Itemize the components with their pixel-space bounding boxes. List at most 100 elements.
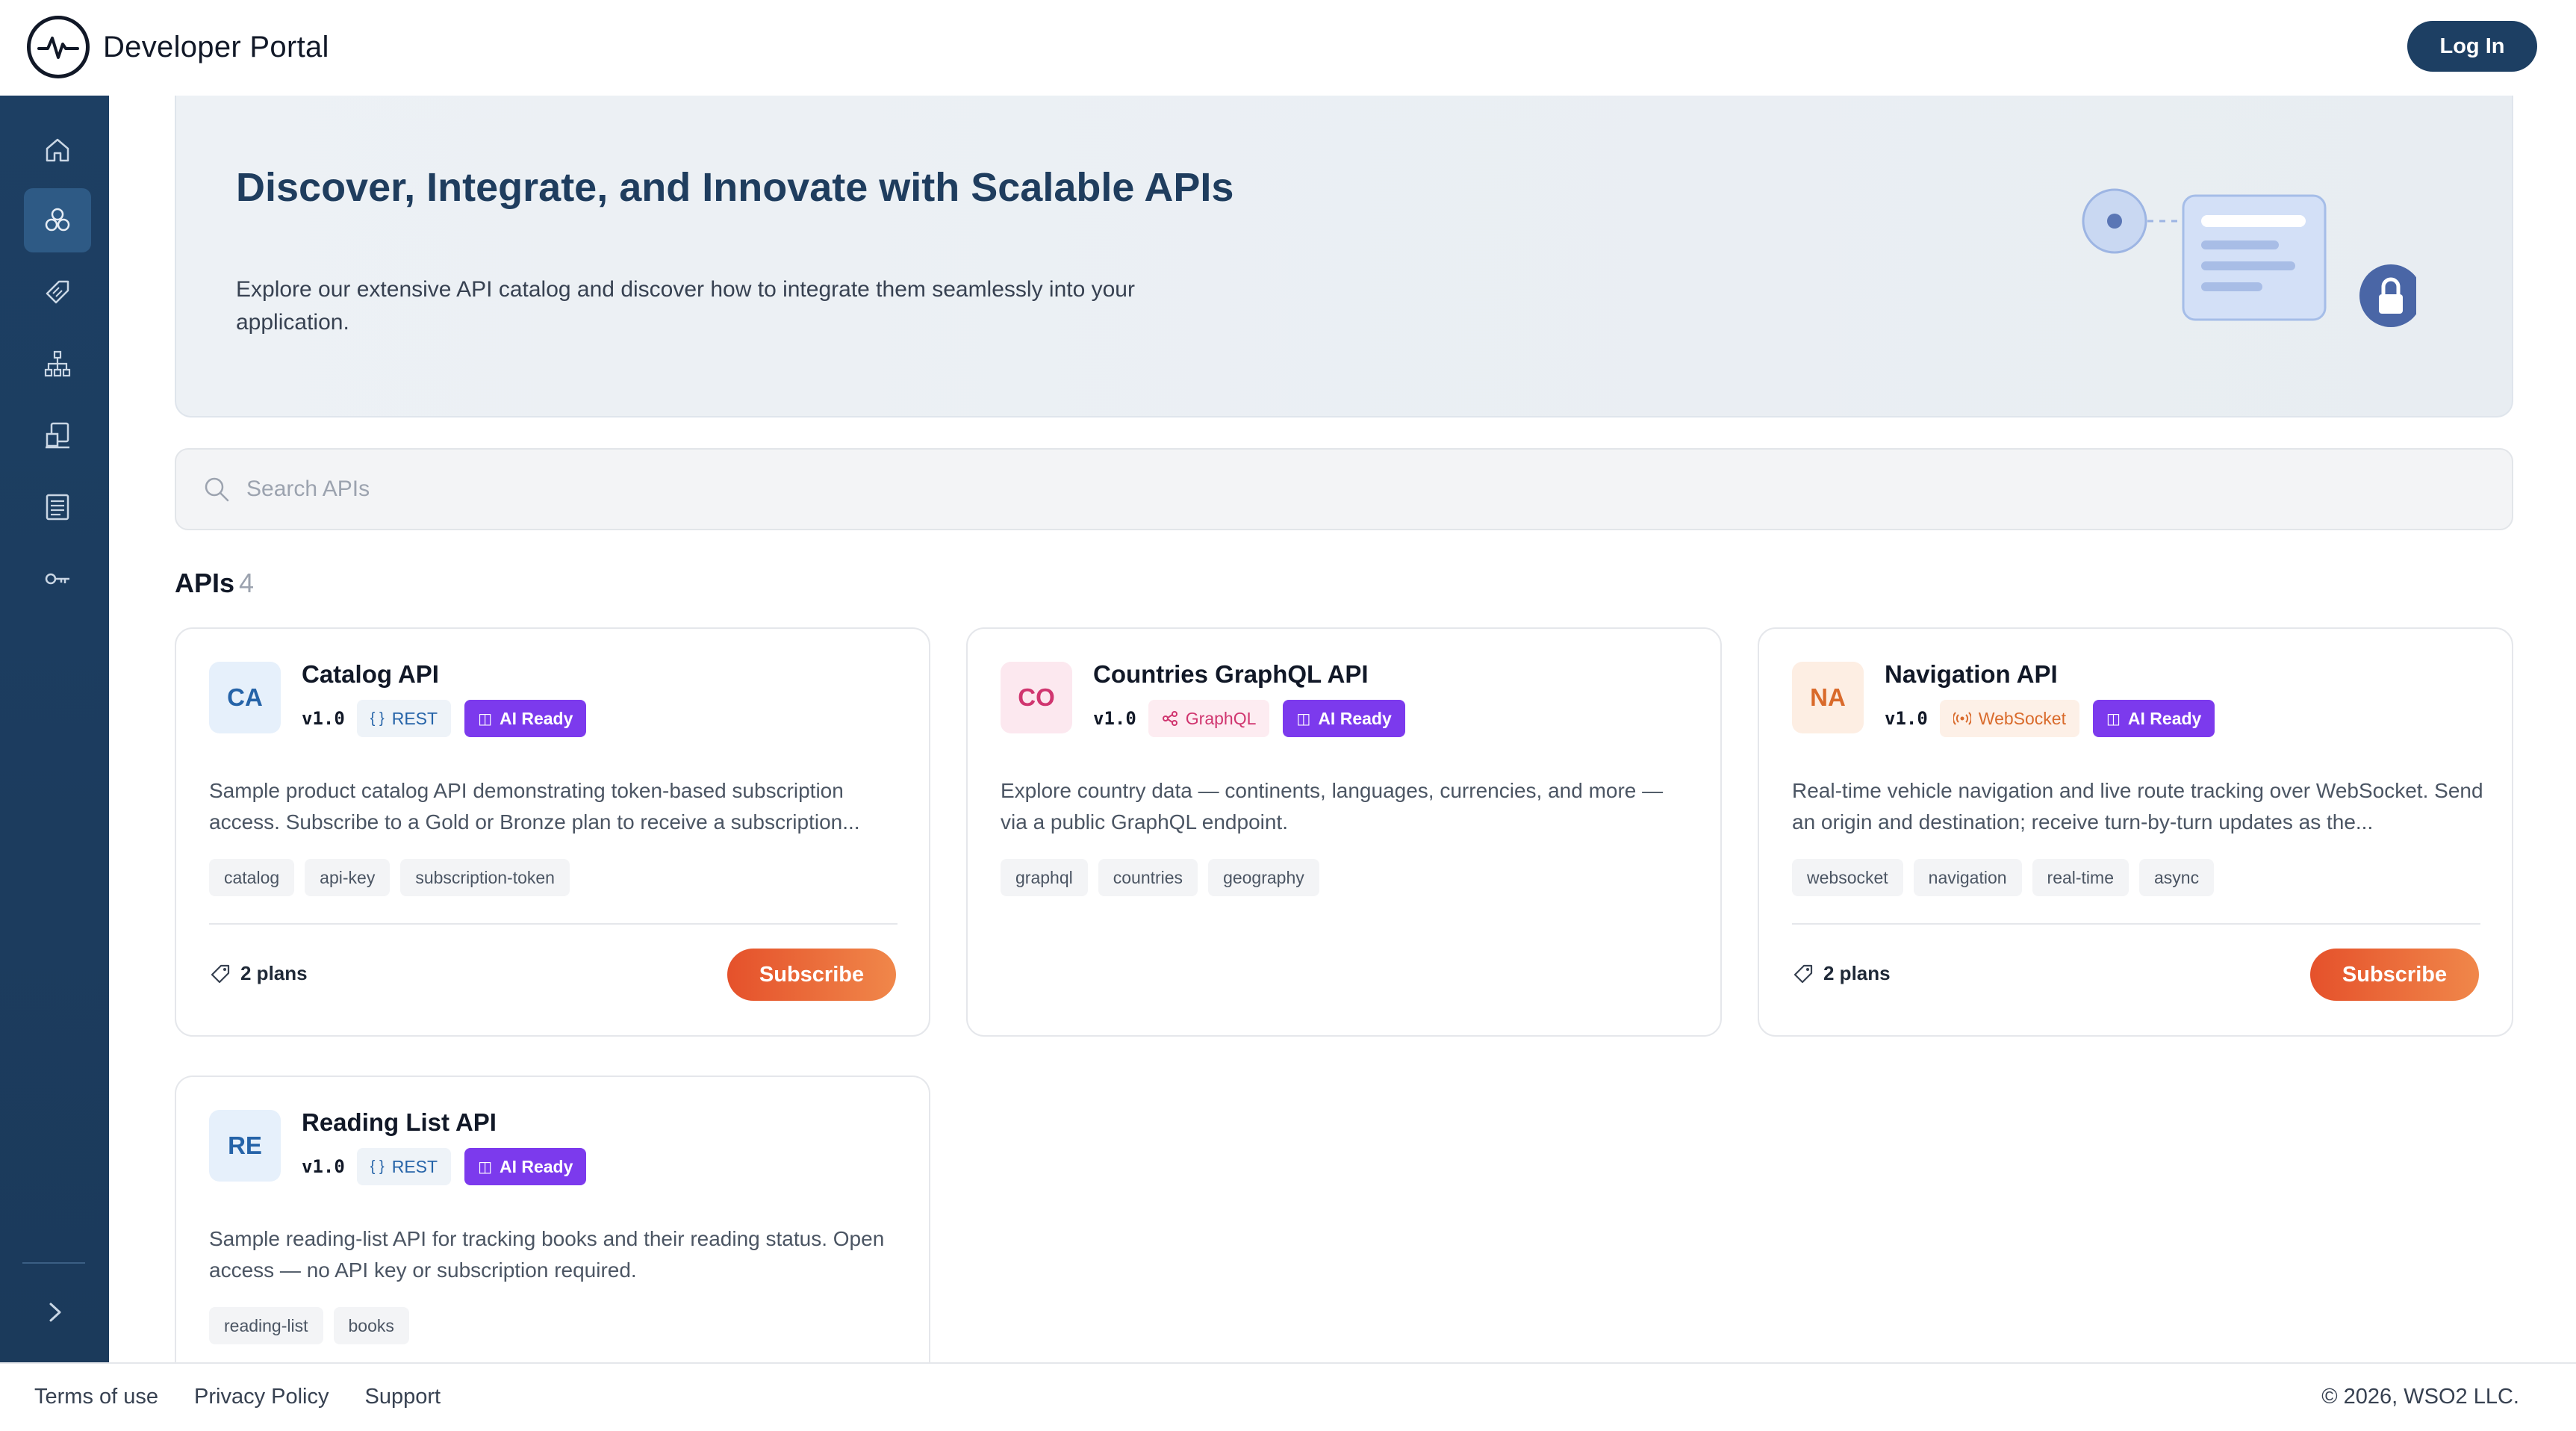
api-version: v1.0 xyxy=(302,708,345,729)
api-meta: v1.0 { } REST ◫ AI Ready xyxy=(302,699,600,738)
api-card-countries-graphql[interactable]: CO Countries GraphQL API v1.0 GraphQL ◫ A… xyxy=(966,627,1722,1037)
api-card-catalog[interactable]: CA Catalog API v1.0 { } REST ◫ AI Ready Sa… xyxy=(175,627,930,1037)
hero-banner: Discover, Integrate, and Innovate with S… xyxy=(175,96,2513,417)
footer-link-support[interactable]: Support xyxy=(365,1385,441,1409)
tag-list: graphql countries geography xyxy=(1001,859,1330,896)
type-badge: { } REST xyxy=(356,700,452,737)
tag-chip[interactable]: graphql xyxy=(1001,859,1088,896)
api-meta: v1.0 WebSocket ◫ AI Ready xyxy=(1885,699,2228,738)
tag-icon xyxy=(46,280,69,304)
type-label: WebSocket xyxy=(1978,708,2066,728)
api-avatar: CO xyxy=(1001,662,1072,733)
subscribe-button[interactable]: Subscribe xyxy=(727,949,896,1001)
tag-chip[interactable]: countries xyxy=(1098,859,1198,896)
sidebar-item-applications[interactable] xyxy=(24,403,91,468)
api-meta: v1.0 GraphQL ◫ AI Ready xyxy=(1093,699,1419,738)
login-button[interactable]: Log In xyxy=(2407,21,2537,72)
tag-chip[interactable]: api-key xyxy=(305,859,391,896)
type-label: GraphQL xyxy=(1185,708,1257,728)
api-name[interactable]: Reading List API xyxy=(302,1108,497,1137)
sidebar-item-tags[interactable] xyxy=(24,260,91,324)
tag-chip[interactable]: catalog xyxy=(209,859,295,896)
ai-ready-badge: ◫ AI Ready xyxy=(2093,700,2215,737)
rest-braces-icon: { } xyxy=(370,1158,385,1175)
footer: Terms of use Privacy Policy Support © 20… xyxy=(0,1362,2576,1431)
plans-label: 2 plans xyxy=(1823,962,1891,984)
sidebar-item-hierarchy[interactable] xyxy=(24,332,91,396)
plans-label: 2 plans xyxy=(240,962,308,984)
ai-ready-label: AI Ready xyxy=(2127,708,2202,728)
key-icon xyxy=(45,573,69,585)
broadcast-icon xyxy=(1953,712,1971,725)
tag-chip[interactable]: geography xyxy=(1208,859,1319,896)
robot-icon: ◫ xyxy=(1296,710,1311,727)
footer-link-privacy[interactable]: Privacy Policy xyxy=(194,1385,329,1409)
api-card-navigation[interactable]: NA Navigation API v1.0 WebSocket ◫ AI Rea… xyxy=(1758,627,2513,1037)
card-divider xyxy=(209,923,897,925)
tag-list: websocket navigation real-time async xyxy=(1792,859,2224,896)
sidebar-item-home[interactable] xyxy=(24,118,91,182)
sidebar-divider xyxy=(22,1262,85,1264)
top-bar: Developer Portal Log In xyxy=(0,0,2576,96)
api-name[interactable]: Navigation API xyxy=(1885,660,2058,689)
type-badge: GraphQL xyxy=(1148,700,1270,737)
sidebar-item-keys[interactable] xyxy=(24,547,91,611)
tag-outline-icon xyxy=(211,964,230,983)
footer-link-terms[interactable]: Terms of use xyxy=(34,1385,158,1409)
tag-chip[interactable]: subscription-token xyxy=(400,859,570,896)
apis-count: 4 xyxy=(239,568,255,598)
api-name[interactable]: Countries GraphQL API xyxy=(1093,660,1369,689)
tag-chip[interactable]: async xyxy=(2139,859,2215,896)
subscribe-button[interactable]: Subscribe xyxy=(2310,949,2479,1001)
hero-title: Discover, Integrate, and Innovate with S… xyxy=(236,165,1234,210)
search-input[interactable] xyxy=(246,477,2412,502)
chevron-right-icon xyxy=(49,1303,61,1322)
sidebar-item-documents[interactable] xyxy=(24,475,91,539)
api-avatar: NA xyxy=(1792,662,1864,733)
apis-icon xyxy=(45,208,70,232)
ai-ready-badge: ◫ AI Ready xyxy=(1283,700,1405,737)
main-content: Discover, Integrate, and Innovate with S… xyxy=(109,96,2576,1389)
hero-subtitle: Explore our extensive API catalog and di… xyxy=(236,277,1135,335)
api-avatar: RE xyxy=(209,1110,281,1182)
documents-icon xyxy=(46,494,69,521)
apis-heading: APIs 4 xyxy=(175,568,254,599)
tag-list: catalog api-key subscription-token xyxy=(209,859,580,896)
ai-ready-badge: ◫ AI Ready xyxy=(464,700,587,737)
ai-ready-label: AI Ready xyxy=(1318,708,1392,728)
brand[interactable]: Developer Portal xyxy=(27,15,329,79)
api-card-reading-list[interactable]: RE Reading List API v1.0 { } REST ◫ AI Rea… xyxy=(175,1075,930,1389)
api-description: Sample reading-list API for tracking boo… xyxy=(209,1227,885,1282)
api-version: v1.0 xyxy=(302,1156,345,1177)
tag-chip[interactable]: books xyxy=(333,1307,409,1344)
ai-ready-badge: ◫ AI Ready xyxy=(464,1148,587,1185)
plans-info: 2 plans xyxy=(1792,962,1891,985)
api-description: Real-time vehicle navigation and live ro… xyxy=(1792,779,2483,834)
type-badge: { } REST xyxy=(356,1148,452,1185)
type-badge: WebSocket xyxy=(1939,700,2079,737)
rest-braces-icon: { } xyxy=(370,710,385,727)
sidebar-item-apis[interactable] xyxy=(24,188,91,252)
tag-chip[interactable]: websocket xyxy=(1792,859,1903,896)
tag-chip[interactable]: navigation xyxy=(1913,859,2022,896)
footer-links: Terms of use Privacy Policy Support xyxy=(34,1385,476,1409)
robot-icon: ◫ xyxy=(478,710,492,727)
api-description: Explore country data — continents, langu… xyxy=(1001,779,1664,834)
sidebar xyxy=(0,96,109,1362)
api-version: v1.0 xyxy=(1093,708,1136,729)
api-avatar: CA xyxy=(209,662,281,733)
applications-icon xyxy=(46,422,69,449)
tag-chip[interactable]: reading-list xyxy=(209,1307,323,1344)
tag-chip[interactable]: real-time xyxy=(2032,859,2129,896)
api-name[interactable]: Catalog API xyxy=(302,660,439,689)
hierarchy-icon xyxy=(44,350,71,377)
ai-ready-label: AI Ready xyxy=(499,708,573,728)
plans-info: 2 plans xyxy=(209,962,308,985)
type-label: REST xyxy=(391,1156,438,1176)
tag-outline-icon xyxy=(1793,964,1813,983)
tag-list: reading-list books xyxy=(209,1307,420,1344)
search-bar[interactable] xyxy=(175,448,2513,530)
sidebar-expand-button[interactable] xyxy=(28,1286,81,1338)
api-description: Sample product catalog API demonstrating… xyxy=(209,779,860,834)
home-icon xyxy=(46,138,69,162)
